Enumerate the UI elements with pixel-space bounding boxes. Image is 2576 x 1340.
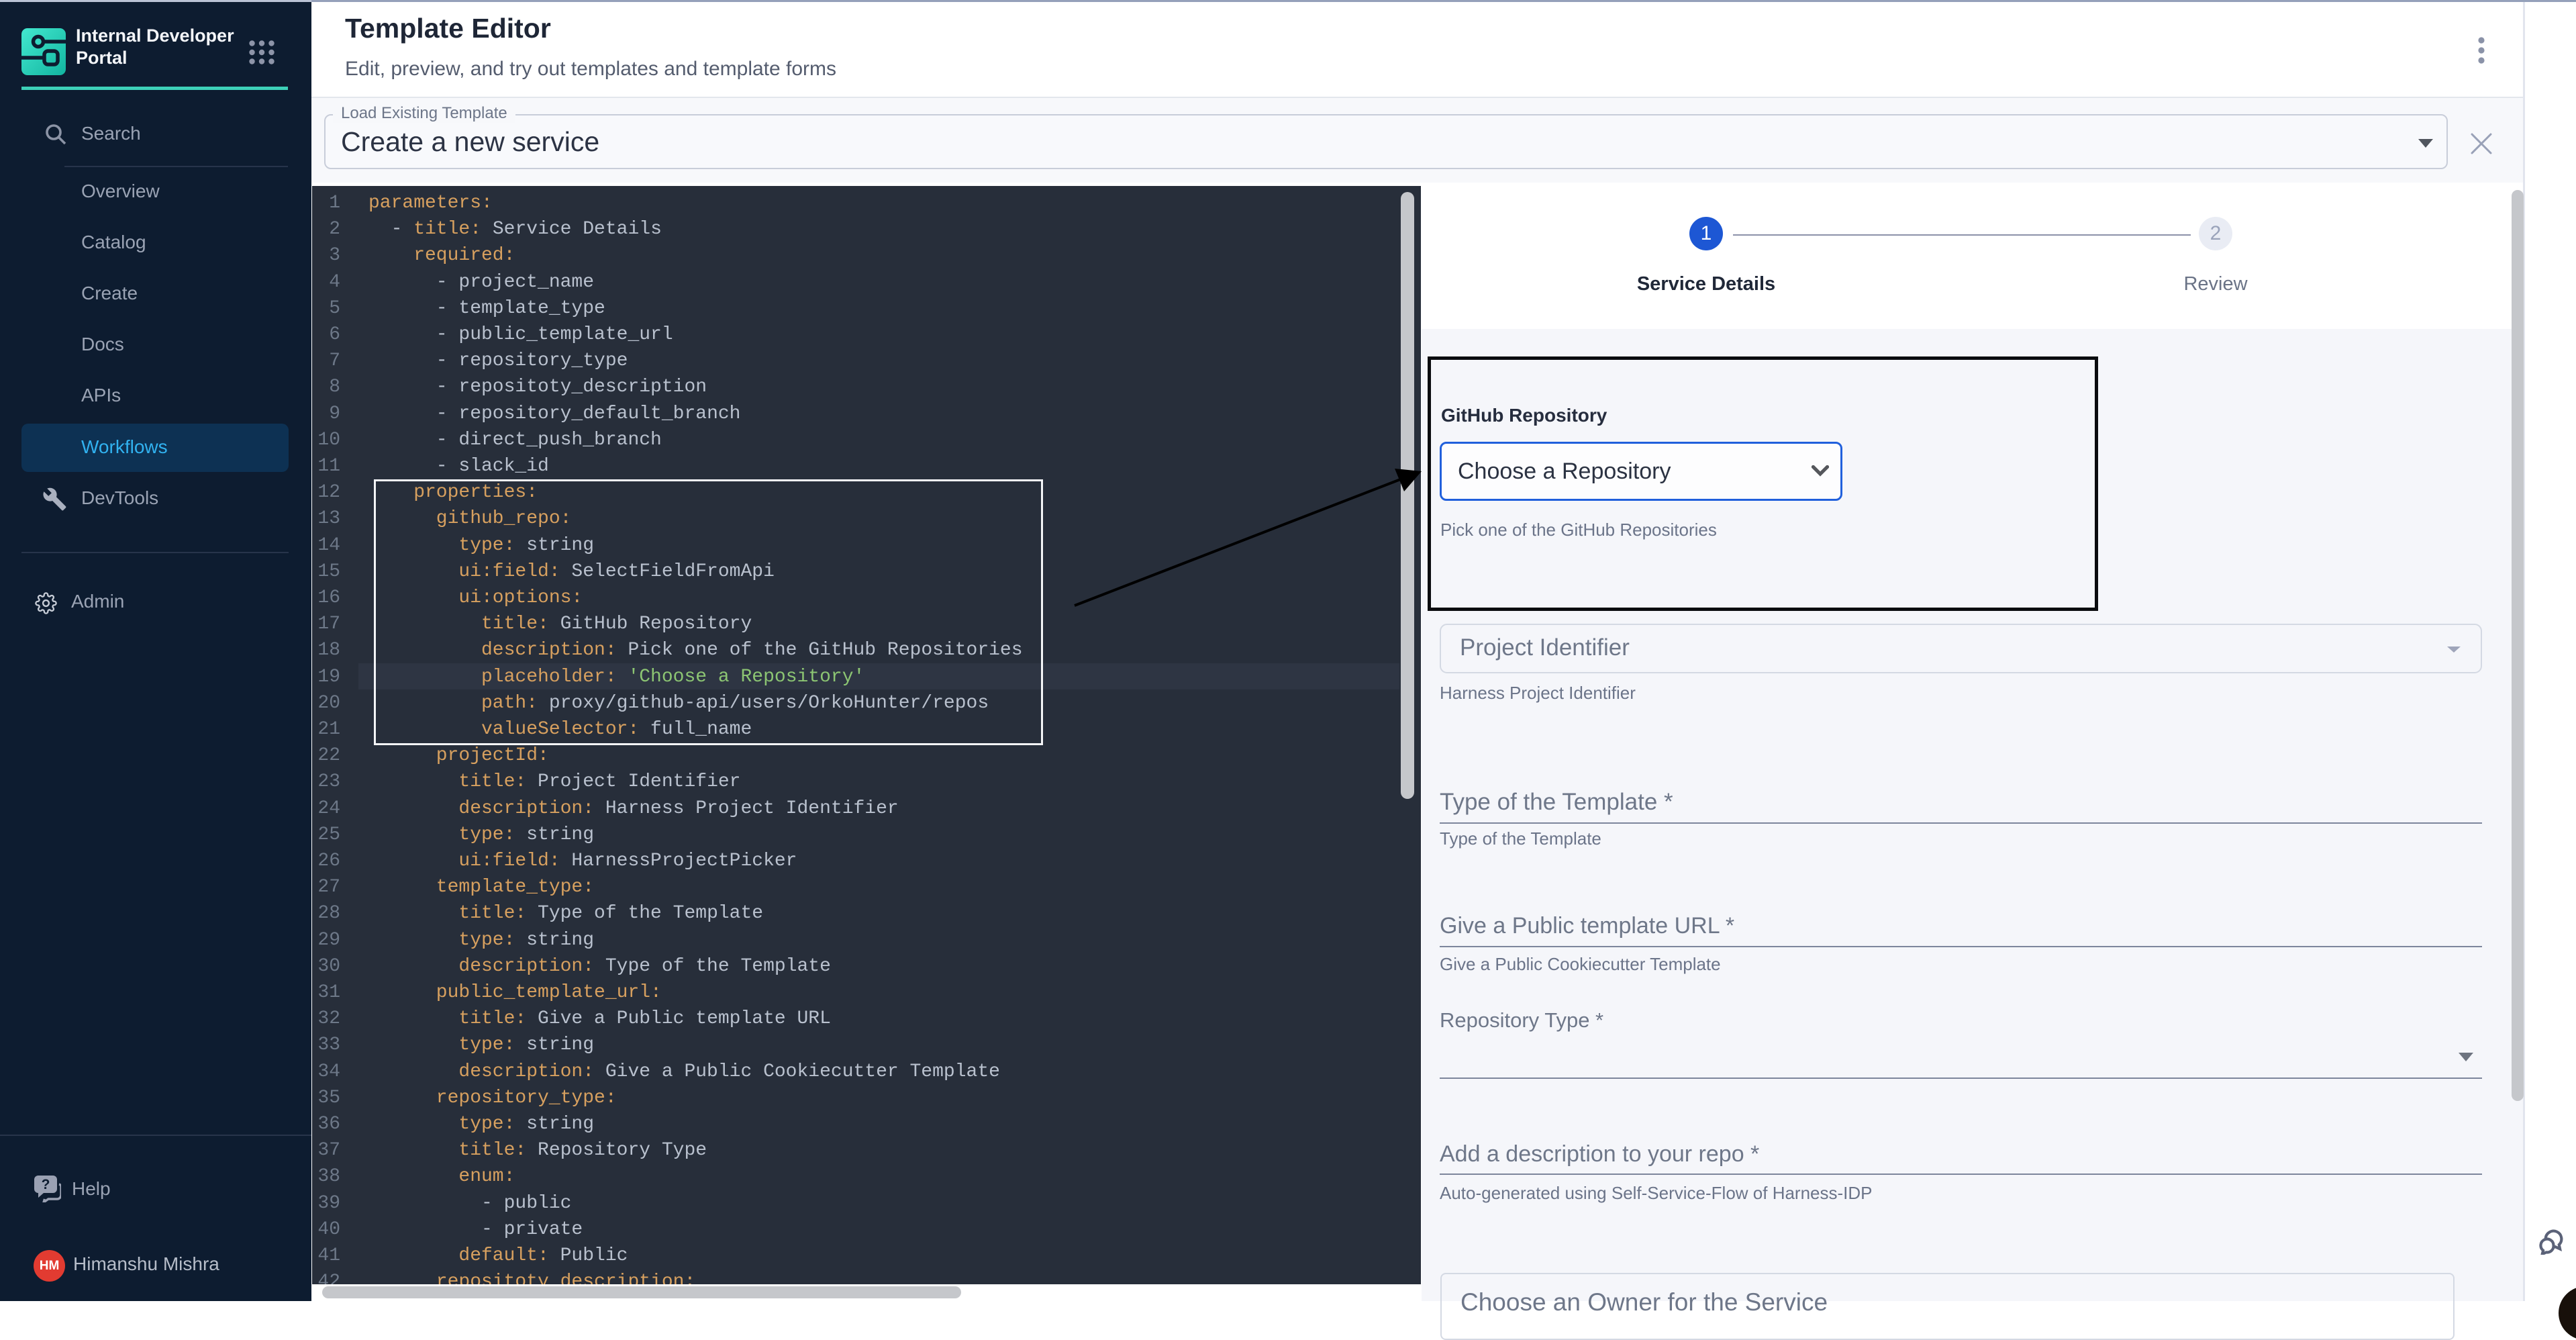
svg-text:?: ? [42,1177,50,1192]
